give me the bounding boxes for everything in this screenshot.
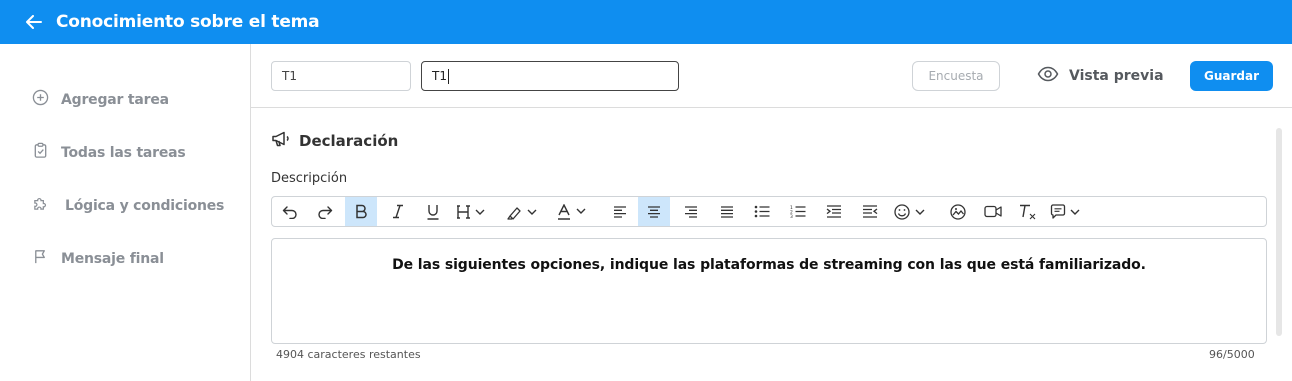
editor-toolbar: 123	[271, 196, 1267, 227]
align-center-icon[interactable]	[638, 197, 670, 226]
megaphone-icon	[271, 130, 291, 152]
sidebar-item-label: Agregar tarea	[61, 91, 169, 108]
numbered-list-icon[interactable]: 123	[780, 197, 815, 226]
emoji-icon[interactable]	[891, 197, 931, 226]
page-title: Conocimiento sobre el tema	[56, 12, 320, 32]
redo-icon[interactable]	[307, 197, 342, 226]
undo-icon[interactable]	[272, 197, 307, 226]
heading-icon[interactable]	[452, 197, 492, 226]
align-right-icon[interactable]	[673, 197, 708, 226]
task-name-value: T1	[432, 69, 447, 83]
sidebar-item-todas-las-tareas[interactable]: Todas las tareas	[32, 142, 186, 163]
save-button[interactable]: Guardar	[1190, 61, 1273, 91]
arrow-left-icon[interactable]	[24, 12, 44, 32]
clipboard-check-icon	[32, 142, 49, 163]
underline-icon[interactable]	[415, 197, 450, 226]
short-name-input[interactable]: T1	[271, 61, 411, 91]
top-bar: Conocimiento sobre el tema	[0, 0, 1292, 44]
font-color-icon[interactable]	[554, 197, 594, 226]
description-label: Descripción	[271, 171, 348, 186]
svg-text:3: 3	[790, 214, 793, 218]
bullet-list-icon[interactable]	[744, 197, 779, 226]
align-justify-icon[interactable]	[709, 197, 744, 226]
bold-icon[interactable]	[345, 197, 377, 226]
editor-content: De las siguientes opciones, indique las …	[392, 257, 1146, 273]
section-header: Declaración	[271, 130, 398, 152]
sidebar-item-agregar-tarea[interactable]: Agregar tarea	[32, 89, 169, 110]
text-caret	[447, 68, 449, 84]
encuesta-button[interactable]: Encuesta	[912, 61, 1000, 91]
description-editor[interactable]: De las siguientes opciones, indique las …	[271, 238, 1267, 344]
section-title: Declaración	[299, 132, 399, 150]
vertical-scrollbar[interactable]	[1276, 128, 1282, 336]
eye-icon	[1037, 66, 1059, 86]
flag-icon	[32, 248, 49, 269]
preview-label: Vista previa	[1069, 68, 1164, 84]
remaining-characters: 4904 caracteres restantes	[276, 348, 421, 361]
video-icon[interactable]	[975, 197, 1010, 226]
sidebar-item-label: Lógica y condiciones	[65, 197, 225, 214]
sidebar-item-mensaje-final[interactable]: Mensaje final	[32, 248, 164, 269]
comment-icon[interactable]	[1047, 197, 1087, 226]
outdent-icon[interactable]	[852, 197, 887, 226]
italic-icon[interactable]	[380, 197, 415, 226]
clear-format-icon[interactable]	[1010, 197, 1045, 226]
puzzle-icon	[32, 195, 49, 216]
short-name-value: T1	[282, 69, 297, 83]
preview-button[interactable]: Vista previa	[1037, 66, 1164, 86]
sidebar-item-label: Mensaje final	[61, 250, 164, 267]
character-counter: 96/5000	[1209, 348, 1255, 361]
plus-circle-icon	[32, 89, 49, 110]
task-name-input[interactable]: T1	[421, 61, 679, 91]
sidebar: Agregar tarea Todas las tareas Lógica y …	[0, 44, 251, 381]
main-panel: T1 T1 Encuesta Vista previa Guardar Decl…	[251, 44, 1292, 381]
indent-icon[interactable]	[816, 197, 851, 226]
sidebar-item-label: Todas las tareas	[61, 144, 186, 161]
align-left-icon[interactable]	[602, 197, 637, 226]
image-icon[interactable]	[940, 197, 975, 226]
task-header: T1 T1 Encuesta Vista previa Guardar	[251, 44, 1292, 108]
highlight-icon[interactable]	[503, 197, 543, 226]
sidebar-item-logica-y-condiciones[interactable]: Lógica y condiciones	[32, 195, 224, 216]
